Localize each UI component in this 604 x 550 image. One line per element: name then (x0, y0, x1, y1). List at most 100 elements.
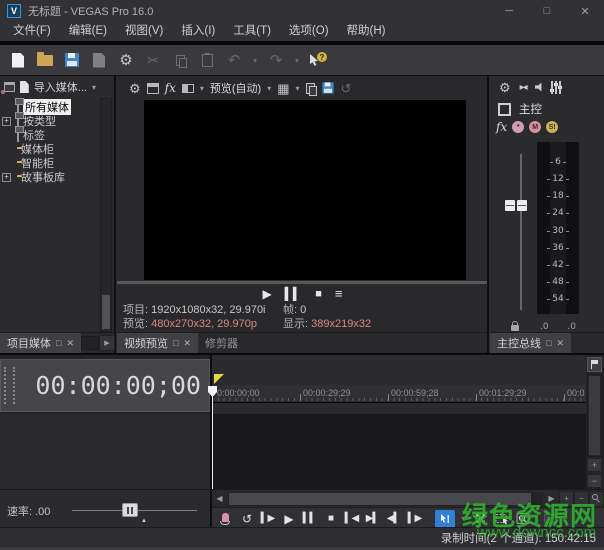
time-ruler[interactable]: 0:00:00;00 00:00:29;29 00:00:59;28 00:01… (212, 385, 586, 403)
play-button[interactable]: ▶ (279, 510, 298, 528)
pause-button[interactable]: ▍▍ (300, 510, 319, 528)
paste-button[interactable] (195, 48, 219, 72)
fader-handle[interactable] (505, 200, 527, 211)
previous-frame-button[interactable]: ◀▍ (384, 510, 403, 528)
properties-button[interactable]: ⚙ (114, 48, 138, 72)
selection-tool-button[interactable] (492, 510, 511, 528)
copy-button[interactable] (168, 48, 192, 72)
close-icon[interactable]: ✕ (183, 338, 191, 349)
stop-button[interactable]: ■ (315, 286, 321, 302)
mute-icon[interactable]: M (529, 121, 541, 133)
preview-quality-select[interactable]: 预览(自动) (210, 80, 261, 96)
undo-button[interactable]: ↶ (222, 48, 246, 72)
timeline-vscrollbar[interactable] (587, 374, 602, 457)
zoom-out-button[interactable]: − (574, 491, 589, 507)
automation-icon[interactable]: * (512, 121, 524, 133)
hscroll-track[interactable] (228, 492, 543, 506)
insert-audio-icon[interactable]: ▾ (535, 83, 542, 92)
menu-tools[interactable]: 工具(T) (224, 22, 280, 41)
scrollbar-thumb[interactable] (589, 376, 600, 455)
chevron-down-icon[interactable]: ▾ (296, 84, 300, 93)
tree-item-storyboards[interactable]: + 故事板库 (0, 170, 114, 184)
dock-window-icon[interactable] (4, 82, 15, 92)
bus-fx-icon[interactable]: fx (496, 120, 507, 134)
tab-video-preview[interactable]: 视频预览 □ ✕ (117, 333, 198, 353)
menu-view[interactable]: 视图(V) (116, 22, 172, 41)
video-fx-icon[interactable]: fx (165, 81, 176, 95)
solo-icon[interactable]: S! (546, 121, 558, 133)
go-to-end-button[interactable]: ▶▍ (363, 510, 382, 528)
restore-icon[interactable]: □ (546, 338, 551, 348)
track-area[interactable] (212, 414, 586, 489)
open-button[interactable] (33, 48, 57, 72)
save-snapshot-icon[interactable] (322, 82, 333, 93)
minimize-button[interactable]: ─ (490, 0, 528, 22)
project-properties-icon[interactable] (147, 83, 159, 94)
close-icon[interactable]: ✕ (66, 338, 74, 349)
redo-dropdown[interactable]: ▾ (291, 48, 303, 72)
grid-overlay-icon[interactable]: ▦ (277, 82, 289, 95)
next-frame-button[interactable]: ▍▶ (405, 510, 424, 528)
insert-marker-button[interactable] (587, 357, 602, 372)
go-to-start-button[interactable]: ▍◀ (342, 510, 361, 528)
ruler-zone[interactable]: 0:00:00;00 00:00:29;29 00:00:59;28 00:01… (212, 355, 586, 414)
pause-button[interactable]: ▍▍ (285, 286, 301, 302)
close-icon[interactable]: ✕ (556, 338, 564, 349)
bus-square-icon[interactable] (498, 103, 511, 116)
record-button[interactable] (216, 510, 235, 528)
track-header-area[interactable] (0, 414, 210, 489)
menu-insert[interactable]: 插入(I) (172, 22, 224, 41)
video-display[interactable] (144, 100, 466, 280)
track-zoom-out-button[interactable]: − (587, 474, 602, 488)
tab-trimmer[interactable]: 修剪器 (198, 333, 245, 353)
stop-button[interactable]: ■ (321, 510, 340, 528)
media-panel-scrollbar[interactable] (100, 98, 112, 332)
render-as-button[interactable] (87, 48, 111, 72)
play-from-start-button[interactable]: ▍▶ (258, 510, 277, 528)
mixer-faders-icon[interactable] (550, 81, 562, 94)
scrollbar-thumb[interactable] (102, 295, 110, 329)
insert-bus-icon[interactable]: ▸◂ (520, 82, 526, 93)
help-button[interactable]: ? (306, 48, 330, 72)
tree-item-tags[interactable]: 标签 (0, 128, 114, 142)
restore-icon[interactable]: □ (173, 338, 178, 348)
zoom-edit-tool-button[interactable] (513, 510, 532, 528)
tab-master-bus[interactable]: 主控总线 □ ✕ (490, 333, 571, 353)
zoom-tool-button[interactable] (589, 491, 604, 507)
tree-item-smart-bins[interactable]: 智能柜 (0, 156, 114, 170)
scroll-right-button[interactable]: ▶ (99, 335, 115, 351)
chevron-down-icon[interactable]: ▾ (92, 83, 96, 92)
menu-options[interactable]: 选项(O) (280, 22, 338, 41)
redo-button[interactable]: ↷ (264, 48, 288, 72)
scrollbar-thumb[interactable] (229, 493, 531, 505)
maximize-button[interactable]: □ (528, 0, 566, 22)
scroll-left-button[interactable]: ◀ (212, 491, 227, 507)
rate-slider-handle[interactable] (122, 503, 138, 517)
save-button[interactable] (60, 48, 84, 72)
drag-grip-icon[interactable] (4, 367, 15, 404)
tree-item-media-bins[interactable]: 媒体柜 (0, 142, 114, 156)
loop-region-marker-icon[interactable] (214, 374, 224, 384)
scroll-right-button[interactable]: ▶ (544, 491, 559, 507)
preview-menu-button[interactable]: ≡ (335, 286, 342, 302)
chevron-down-icon[interactable]: ▾ (200, 84, 204, 93)
expand-icon[interactable]: + (2, 173, 11, 182)
gear-icon[interactable]: ⚙ (129, 82, 141, 95)
copy-snapshot-icon[interactable] (306, 83, 315, 94)
menu-file[interactable]: 文件(F) (4, 22, 60, 41)
expand-icon[interactable]: + (2, 117, 11, 126)
new-project-button[interactable] (6, 48, 30, 72)
menu-edit[interactable]: 编辑(E) (60, 22, 116, 41)
cut-button[interactable]: ✂ (141, 48, 165, 72)
gear-icon[interactable]: ⚙ (499, 81, 511, 94)
track-zoom-in-button[interactable]: + (587, 458, 602, 472)
play-button[interactable]: ▶ (263, 286, 271, 302)
tab-project-media[interactable]: 项目媒体 □ ✕ (0, 333, 81, 353)
restore-icon[interactable]: □ (56, 338, 61, 348)
normal-edit-tool-button[interactable] (435, 510, 455, 528)
undo-dropdown[interactable]: ▾ (249, 48, 261, 72)
split-screen-icon[interactable] (182, 84, 194, 93)
mini-scroll-track[interactable] (81, 336, 99, 350)
timecode-display[interactable]: 00:00:00;00 (0, 359, 210, 412)
zoom-in-button[interactable]: + (559, 491, 574, 507)
